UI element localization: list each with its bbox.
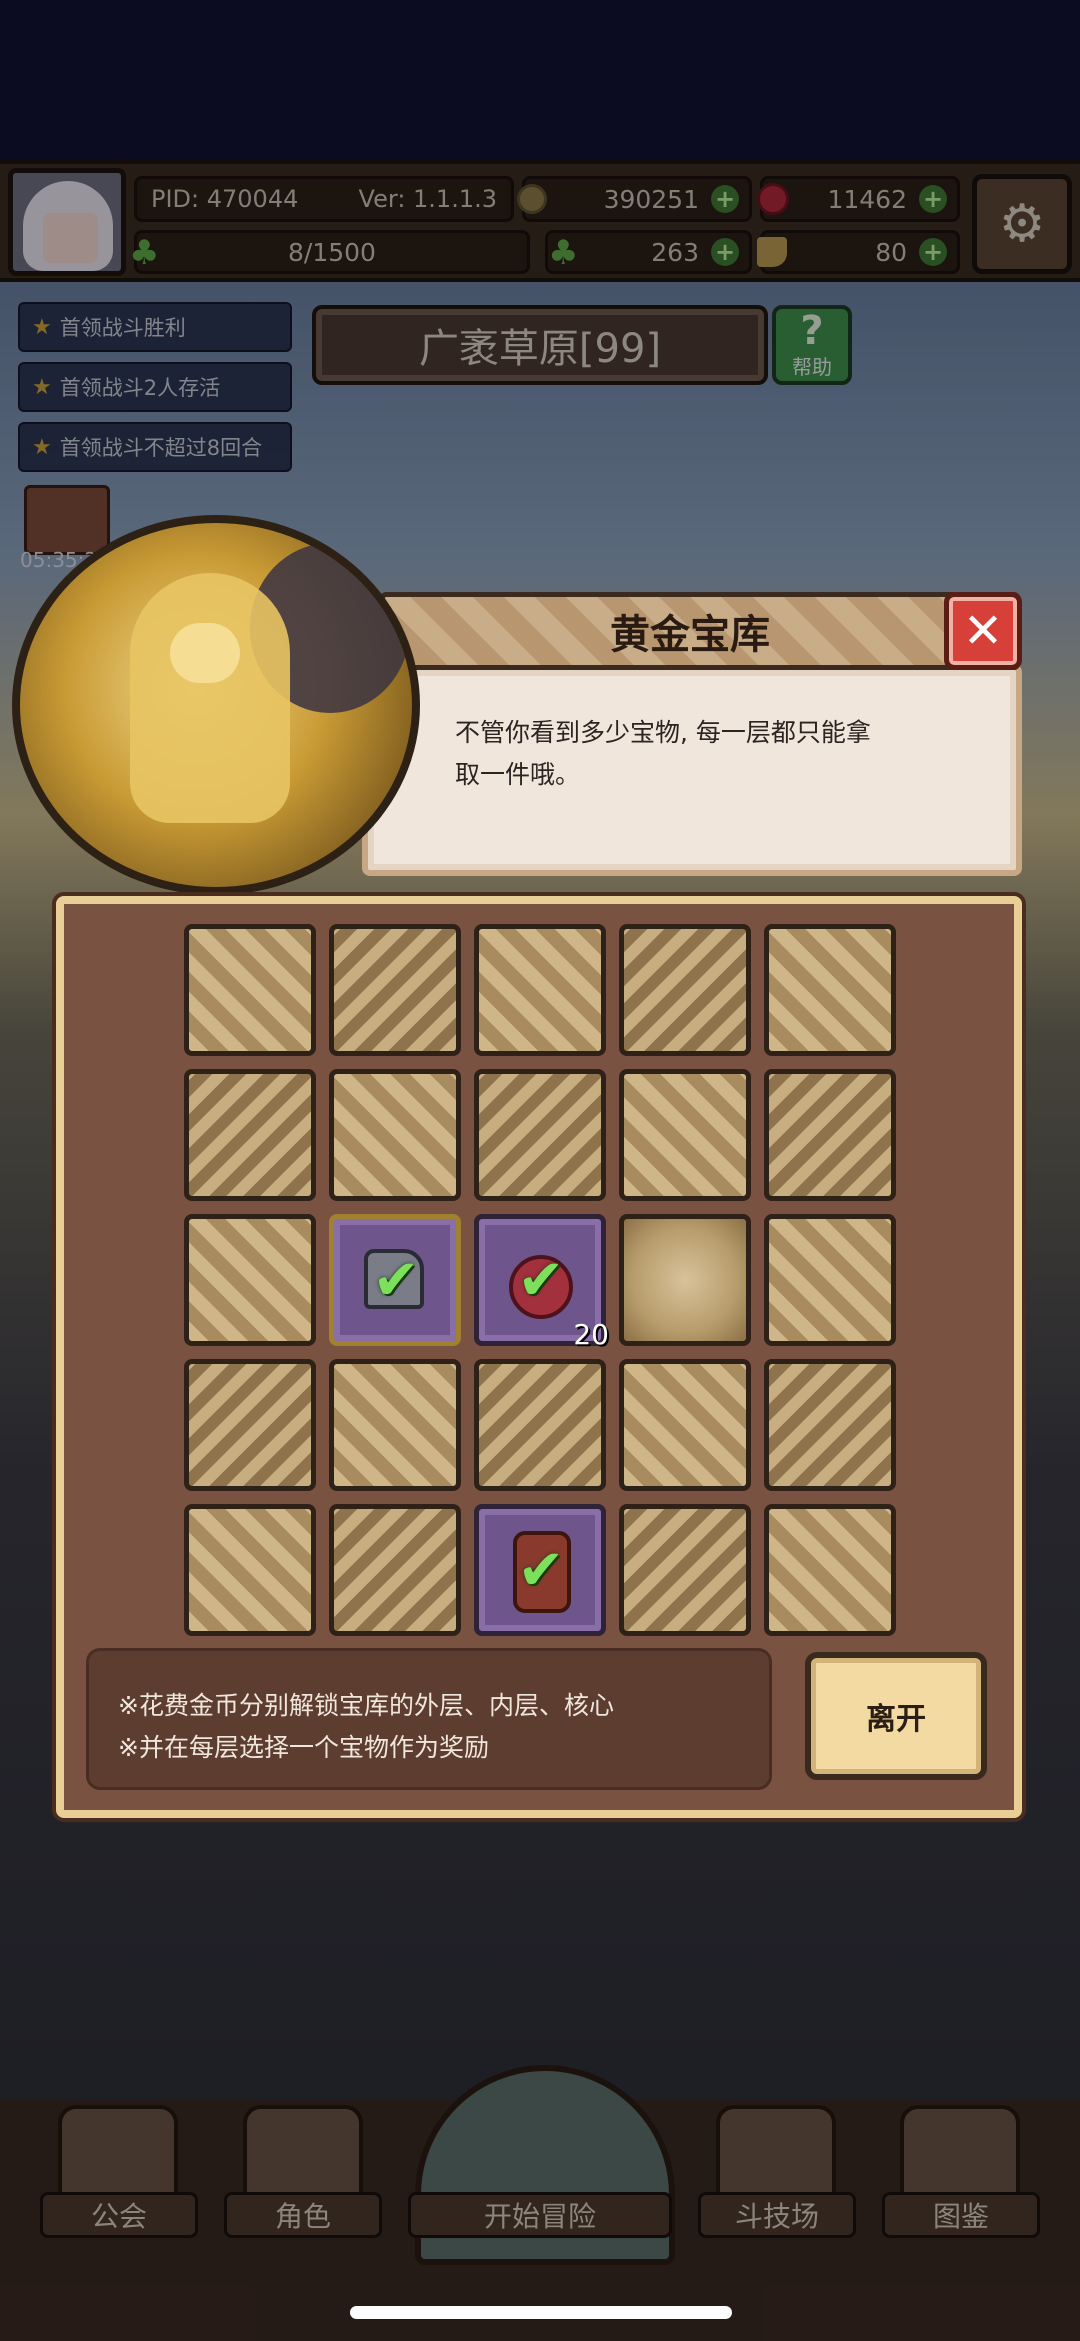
vault-info-line: ※花费金币分别解锁宝库的外层、内层、核心 — [118, 1691, 614, 1720]
vault-info-line: ※并在每层选择一个宝物作为奖励 — [118, 1733, 489, 1762]
close-icon[interactable]: ✕ — [944, 592, 1022, 670]
item-count: 20 — [573, 1318, 609, 1351]
vault-tile-outer[interactable] — [764, 924, 896, 1056]
vault-tile-outer[interactable] — [184, 924, 316, 1056]
dialog-title: 黄金宝库 — [610, 612, 770, 658]
vault-tile-inner[interactable] — [329, 1069, 461, 1201]
vault-tile-outer[interactable] — [184, 1214, 316, 1346]
vault-item-armor-glove[interactable]: ✔ — [329, 1214, 461, 1346]
home-indicator[interactable] — [350, 2306, 732, 2319]
vault-tile-outer[interactable] — [764, 1069, 896, 1201]
vault-tile-inner[interactable] — [329, 1359, 461, 1491]
vault-tile-outer[interactable] — [184, 1359, 316, 1491]
checkmark-icon: ✔ — [517, 1538, 565, 1603]
leave-label: 离开 — [866, 1702, 926, 1737]
vault-tile-inner[interactable] — [619, 1359, 751, 1491]
vault-tile-outer[interactable] — [764, 1504, 896, 1636]
vault-tile-outer[interactable] — [764, 1214, 896, 1346]
vault-tile-outer[interactable] — [619, 924, 751, 1056]
dialog-message: 不管你看到多少宝物, 每一层都只能拿 取一件哦。 — [455, 712, 925, 796]
vault-tile-outer[interactable] — [184, 1069, 316, 1201]
vault-tile-outer[interactable] — [329, 1504, 461, 1636]
vault-tile-outer[interactable] — [764, 1359, 896, 1491]
vault-tile-inner[interactable] — [474, 1359, 606, 1491]
vault-tile-outer[interactable] — [619, 1504, 751, 1636]
dialog-message-line: 不管你看到多少宝物, 每一层都只能拿 — [455, 718, 871, 747]
npc-portrait — [12, 515, 420, 895]
checkmark-icon: ✔ — [372, 1248, 420, 1313]
vault-tile-outer[interactable] — [329, 924, 461, 1056]
vault-item-red-rune-stone[interactable]: ✔ — [474, 1504, 606, 1636]
dialog-message-line: 取一件哦。 — [455, 760, 581, 789]
checkmark-icon: ✔ — [517, 1248, 565, 1313]
vault-item-red-fruit[interactable]: ✔ 20 — [474, 1214, 609, 1351]
leave-button[interactable]: 离开 — [805, 1652, 987, 1780]
vault-tile-inner[interactable] — [619, 1069, 751, 1201]
vault-tile-inner[interactable] — [474, 1069, 606, 1201]
vault-tile-outer[interactable] — [184, 1504, 316, 1636]
vault-tile-inner[interactable] — [619, 1214, 751, 1346]
vault-tile-outer[interactable] — [474, 924, 606, 1056]
